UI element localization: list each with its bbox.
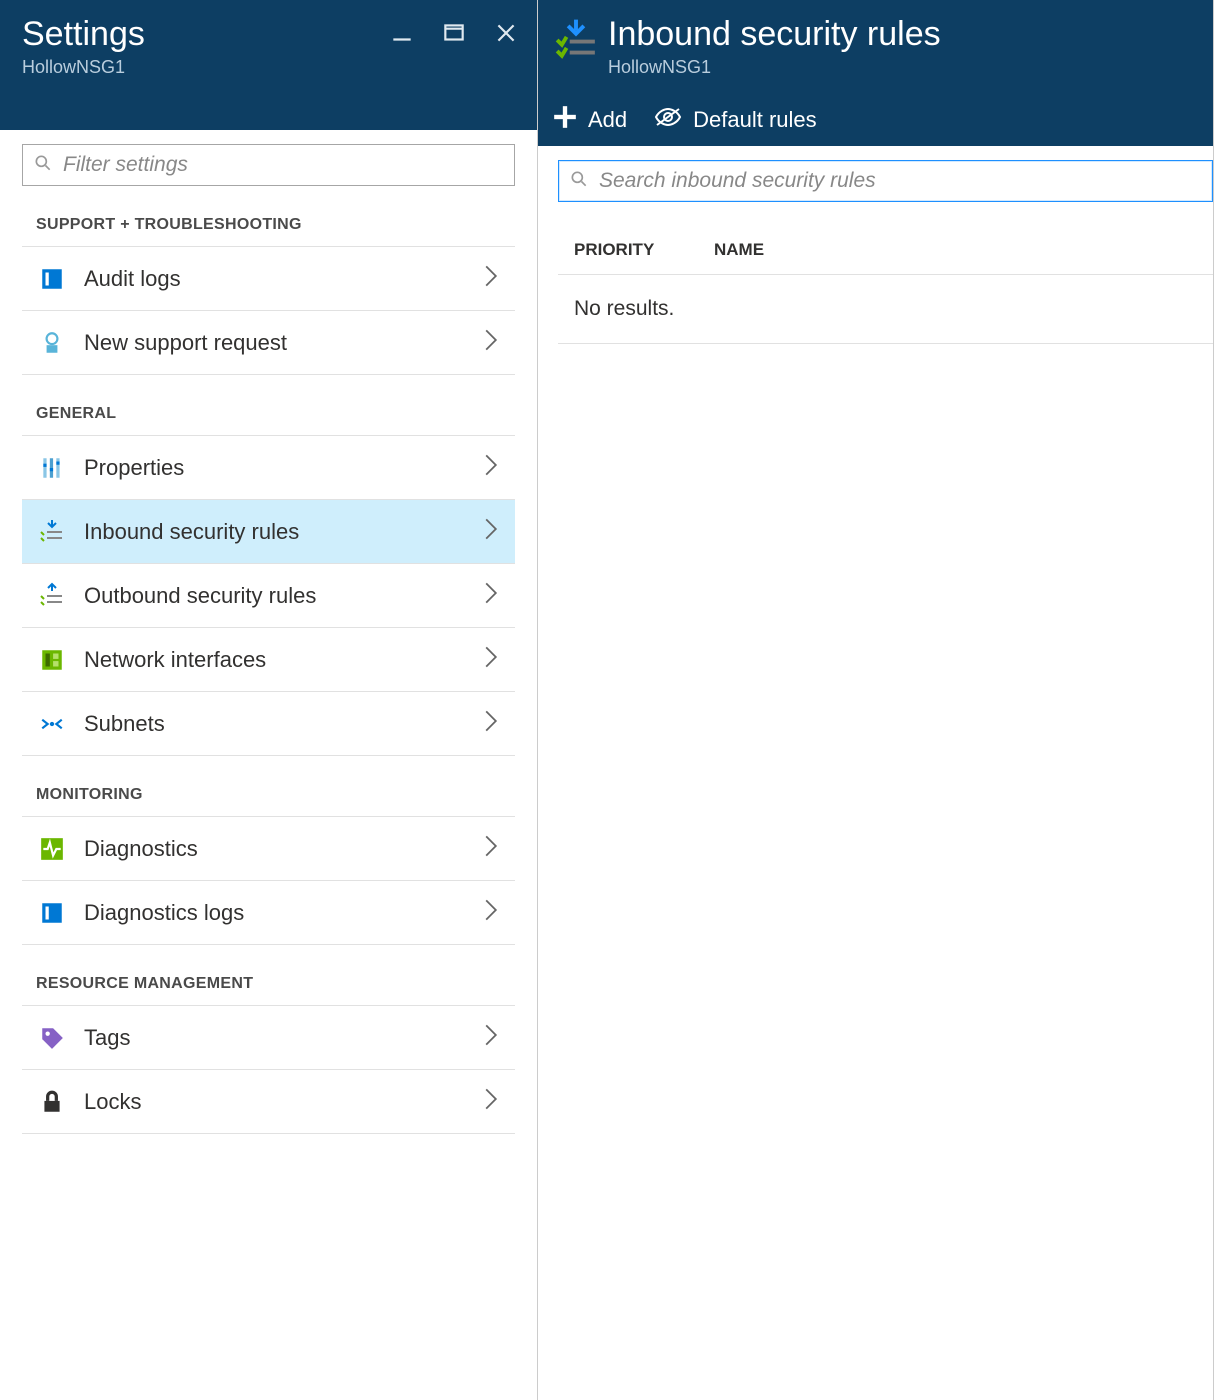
menu-properties[interactable]: Properties xyxy=(22,436,515,500)
column-priority[interactable]: PRIORITY xyxy=(574,240,714,260)
diagnostics-logs-icon xyxy=(38,899,66,927)
inbound-subtitle: HollowNSG1 xyxy=(608,57,941,78)
audit-logs-icon xyxy=(38,265,66,293)
search-rules-input[interactable] xyxy=(599,169,1202,193)
inbound-title: Inbound security rules xyxy=(608,16,941,53)
section-support-header: SUPPORT + TROUBLESHOOTING xyxy=(36,216,515,234)
menu-label: Subnets xyxy=(84,711,465,737)
toolbar-label: Add xyxy=(588,107,627,133)
menu-label: Diagnostics xyxy=(84,836,465,862)
menu-new-support-request[interactable]: New support request xyxy=(22,311,515,375)
inbound-toolbar: Add Default rules xyxy=(552,104,1191,136)
resource-list: Tags Locks xyxy=(22,1005,515,1134)
chevron-right-icon xyxy=(483,1023,499,1052)
section-resource-header: RESOURCE MANAGEMENT xyxy=(36,975,515,993)
chevron-right-icon xyxy=(483,517,499,546)
chevron-right-icon xyxy=(483,834,499,863)
diagnostics-icon xyxy=(38,835,66,863)
inbound-header: Inbound security rules HollowNSG1 Add De… xyxy=(538,0,1213,146)
settings-header: Settings HollowNSG1 xyxy=(0,0,537,130)
general-list: Properties Inbound security rules Outbou xyxy=(22,435,515,756)
properties-icon xyxy=(38,454,66,482)
subnets-icon xyxy=(38,710,66,738)
inbound-body: PRIORITY NAME No results. xyxy=(538,146,1213,1400)
chevron-right-icon xyxy=(483,1087,499,1116)
settings-blade: Settings HollowNSG1 SUPPORT + TROUBLESHO… xyxy=(0,0,538,1400)
menu-label: Properties xyxy=(84,455,465,481)
settings-body: SUPPORT + TROUBLESHOOTING Audit logs New… xyxy=(0,130,537,1400)
chevron-right-icon xyxy=(483,709,499,738)
menu-label: Locks xyxy=(84,1089,465,1115)
menu-label: New support request xyxy=(84,330,465,356)
search-rules-box[interactable] xyxy=(558,160,1213,202)
menu-network-interfaces[interactable]: Network interfaces xyxy=(22,628,515,692)
close-icon[interactable] xyxy=(493,20,519,46)
chevron-right-icon xyxy=(483,645,499,674)
menu-tags[interactable]: Tags xyxy=(22,1006,515,1070)
menu-label: Audit logs xyxy=(84,266,465,292)
menu-audit-logs[interactable]: Audit logs xyxy=(22,247,515,311)
window-controls xyxy=(389,20,519,46)
outbound-rules-icon xyxy=(38,582,66,610)
monitoring-list: Diagnostics Diagnostics logs xyxy=(22,816,515,945)
toolbar-label: Default rules xyxy=(693,107,817,133)
rules-table-header: PRIORITY NAME xyxy=(558,232,1213,275)
menu-label: Tags xyxy=(84,1025,465,1051)
search-icon xyxy=(33,153,53,178)
chevron-right-icon xyxy=(483,328,499,357)
settings-subtitle: HollowNSG1 xyxy=(22,57,515,78)
minimize-icon[interactable] xyxy=(389,20,415,46)
section-monitoring-header: MONITORING xyxy=(36,786,515,804)
network-interfaces-icon xyxy=(38,646,66,674)
support-icon xyxy=(38,329,66,357)
tags-icon xyxy=(38,1024,66,1052)
menu-inbound-security-rules[interactable]: Inbound security rules xyxy=(22,500,515,564)
chevron-right-icon xyxy=(483,264,499,293)
inbound-rules-blade: Inbound security rules HollowNSG1 Add De… xyxy=(538,0,1214,1400)
chevron-right-icon xyxy=(483,453,499,482)
inbound-rules-icon xyxy=(38,518,66,546)
no-results-message: No results. xyxy=(558,275,1213,344)
eye-off-icon xyxy=(653,105,683,135)
menu-subnets[interactable]: Subnets xyxy=(22,692,515,756)
add-button[interactable]: Add xyxy=(552,104,627,136)
default-rules-button[interactable]: Default rules xyxy=(653,105,817,135)
menu-locks[interactable]: Locks xyxy=(22,1070,515,1134)
menu-label: Outbound security rules xyxy=(84,583,465,609)
column-name[interactable]: NAME xyxy=(714,240,1197,260)
support-list: Audit logs New support request xyxy=(22,246,515,375)
chevron-right-icon xyxy=(483,581,499,610)
menu-diagnostics[interactable]: Diagnostics xyxy=(22,817,515,881)
filter-settings-box[interactable] xyxy=(22,144,515,186)
menu-label: Diagnostics logs xyxy=(84,900,465,926)
search-icon xyxy=(569,169,589,194)
section-general-header: GENERAL xyxy=(36,405,515,423)
menu-outbound-security-rules[interactable]: Outbound security rules xyxy=(22,564,515,628)
plus-icon xyxy=(552,104,578,136)
inbound-rules-icon xyxy=(552,18,600,62)
filter-settings-input[interactable] xyxy=(63,153,504,177)
menu-label: Network interfaces xyxy=(84,647,465,673)
chevron-right-icon xyxy=(483,898,499,927)
menu-diagnostics-logs[interactable]: Diagnostics logs xyxy=(22,881,515,945)
locks-icon xyxy=(38,1088,66,1116)
maximize-icon[interactable] xyxy=(441,20,467,46)
menu-label: Inbound security rules xyxy=(84,519,465,545)
